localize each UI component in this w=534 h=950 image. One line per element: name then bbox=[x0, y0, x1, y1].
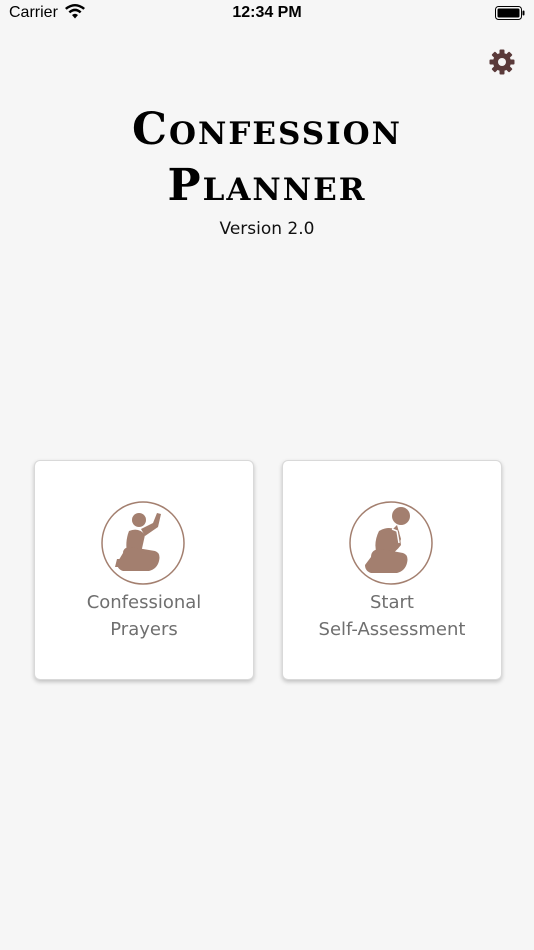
card-label-line2: Self-Assessment bbox=[318, 619, 466, 640]
card-label-line1: Confessional bbox=[86, 592, 202, 613]
clock: 12:34 PM bbox=[232, 4, 302, 21]
start-self-assessment-button[interactable]: Start Self-Assessment bbox=[282, 460, 502, 680]
card-label-line2: Prayers bbox=[110, 619, 178, 640]
app-title-line2: Planner bbox=[167, 160, 367, 211]
kneeling-praying-head-bowed-icon bbox=[349, 501, 433, 585]
gear-icon[interactable] bbox=[488, 48, 516, 76]
status-bar: Carrier 12:34 PM bbox=[0, 0, 534, 28]
battery-icon bbox=[495, 6, 525, 20]
kneeling-praying-hands-up-icon bbox=[101, 501, 185, 585]
confessional-prayers-button[interactable]: Confessional Prayers bbox=[34, 460, 254, 680]
version-label: Version 2.0 bbox=[219, 219, 315, 239]
card-label-line1: Start bbox=[370, 592, 414, 613]
app-title-line1: Confession bbox=[132, 104, 402, 155]
